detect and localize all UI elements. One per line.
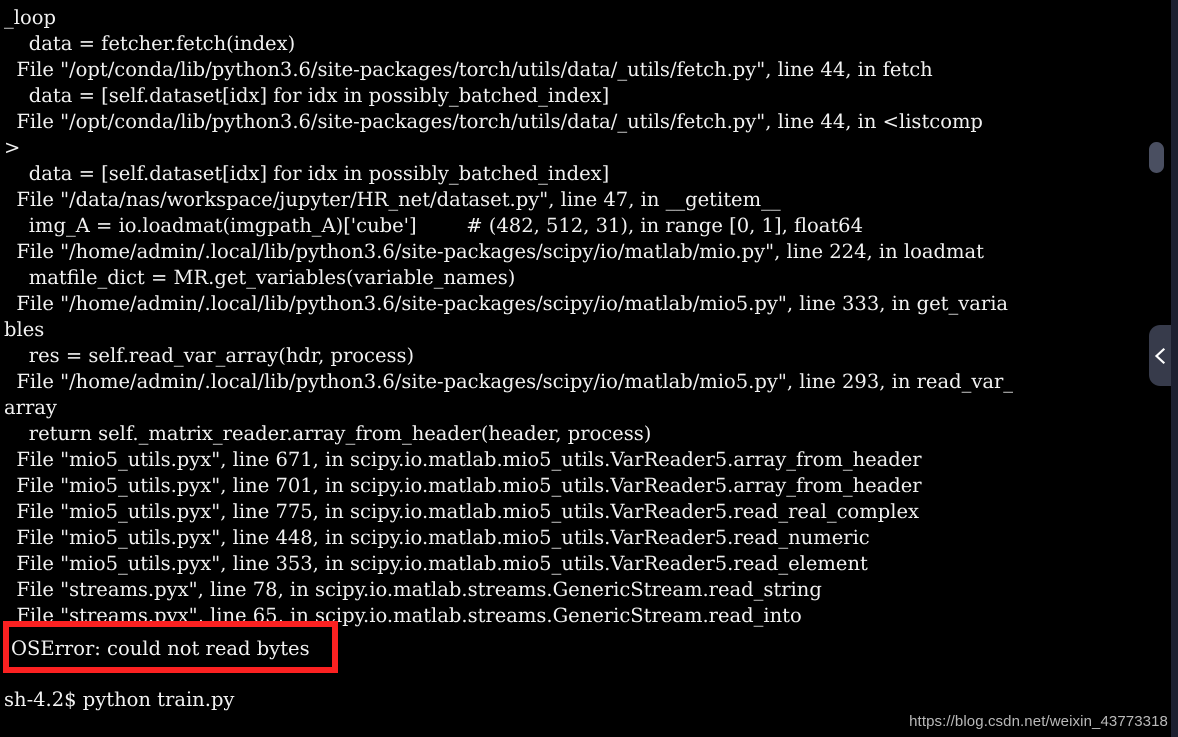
traceback-line: img_A = io.loadmat(imgpath_A)['cube'] # …: [4, 214, 863, 237]
traceback-output: _loop data = fetcher.fetch(index) File "…: [0, 5, 1165, 629]
scrollbar-thumb[interactable]: [1149, 142, 1164, 173]
traceback-line: File "mio5_utils.pyx", line 353, in scip…: [4, 552, 868, 575]
traceback-line: array: [4, 396, 57, 419]
chevron-left-icon: [1154, 347, 1167, 365]
traceback-line: File "mio5_utils.pyx", line 448, in scip…: [4, 526, 870, 549]
traceback-line: File "/data/nas/workspace/jupyter/HR_net…: [4, 188, 781, 211]
error-annotation-box: OSError: could not read bytes: [3, 621, 338, 673]
traceback-line: >: [4, 136, 21, 159]
traceback-line: File "/home/admin/.local/lib/python3.6/s…: [4, 240, 984, 263]
traceback-line: File "mio5_utils.pyx", line 701, in scip…: [4, 474, 922, 497]
traceback-line: matfile_dict = MR.get_variables(variable…: [4, 266, 516, 289]
terminal-window[interactable]: _loop data = fetcher.fetch(index) File "…: [0, 0, 1178, 737]
traceback-line: return self._matrix_reader.array_from_he…: [4, 422, 652, 445]
traceback-line: _loop: [4, 6, 56, 29]
traceback-line: File "/opt/conda/lib/python3.6/site-pack…: [4, 58, 933, 81]
traceback-line: res = self.read_var_array(hdr, process): [4, 344, 415, 367]
traceback-line: File "mio5_utils.pyx", line 775, in scip…: [4, 500, 919, 523]
error-message-text: OSError: could not read bytes: [11, 637, 310, 660]
side-panel-expand-tab[interactable]: [1149, 325, 1171, 386]
traceback-line: File "/opt/conda/lib/python3.6/site-pack…: [4, 110, 983, 133]
right-edge-strip: [1171, 0, 1178, 737]
traceback-line: data = fetcher.fetch(index): [4, 32, 296, 55]
traceback-line: File "/home/admin/.local/lib/python3.6/s…: [4, 292, 1009, 315]
traceback-line: bles: [4, 318, 45, 341]
traceback-line: File "/home/admin/.local/lib/python3.6/s…: [4, 370, 1014, 393]
traceback-line: data = [self.dataset[idx] for idx in pos…: [4, 84, 610, 107]
watermark-text: https://blog.csdn.net/weixin_43773318: [909, 713, 1168, 730]
shell-prompt-line: sh-4.2$ python train.py: [4, 688, 235, 711]
traceback-line: File "mio5_utils.pyx", line 671, in scip…: [4, 448, 922, 471]
traceback-line: data = [self.dataset[idx] for idx in pos…: [4, 162, 610, 185]
traceback-line: File "streams.pyx", line 78, in scipy.io…: [4, 578, 822, 601]
